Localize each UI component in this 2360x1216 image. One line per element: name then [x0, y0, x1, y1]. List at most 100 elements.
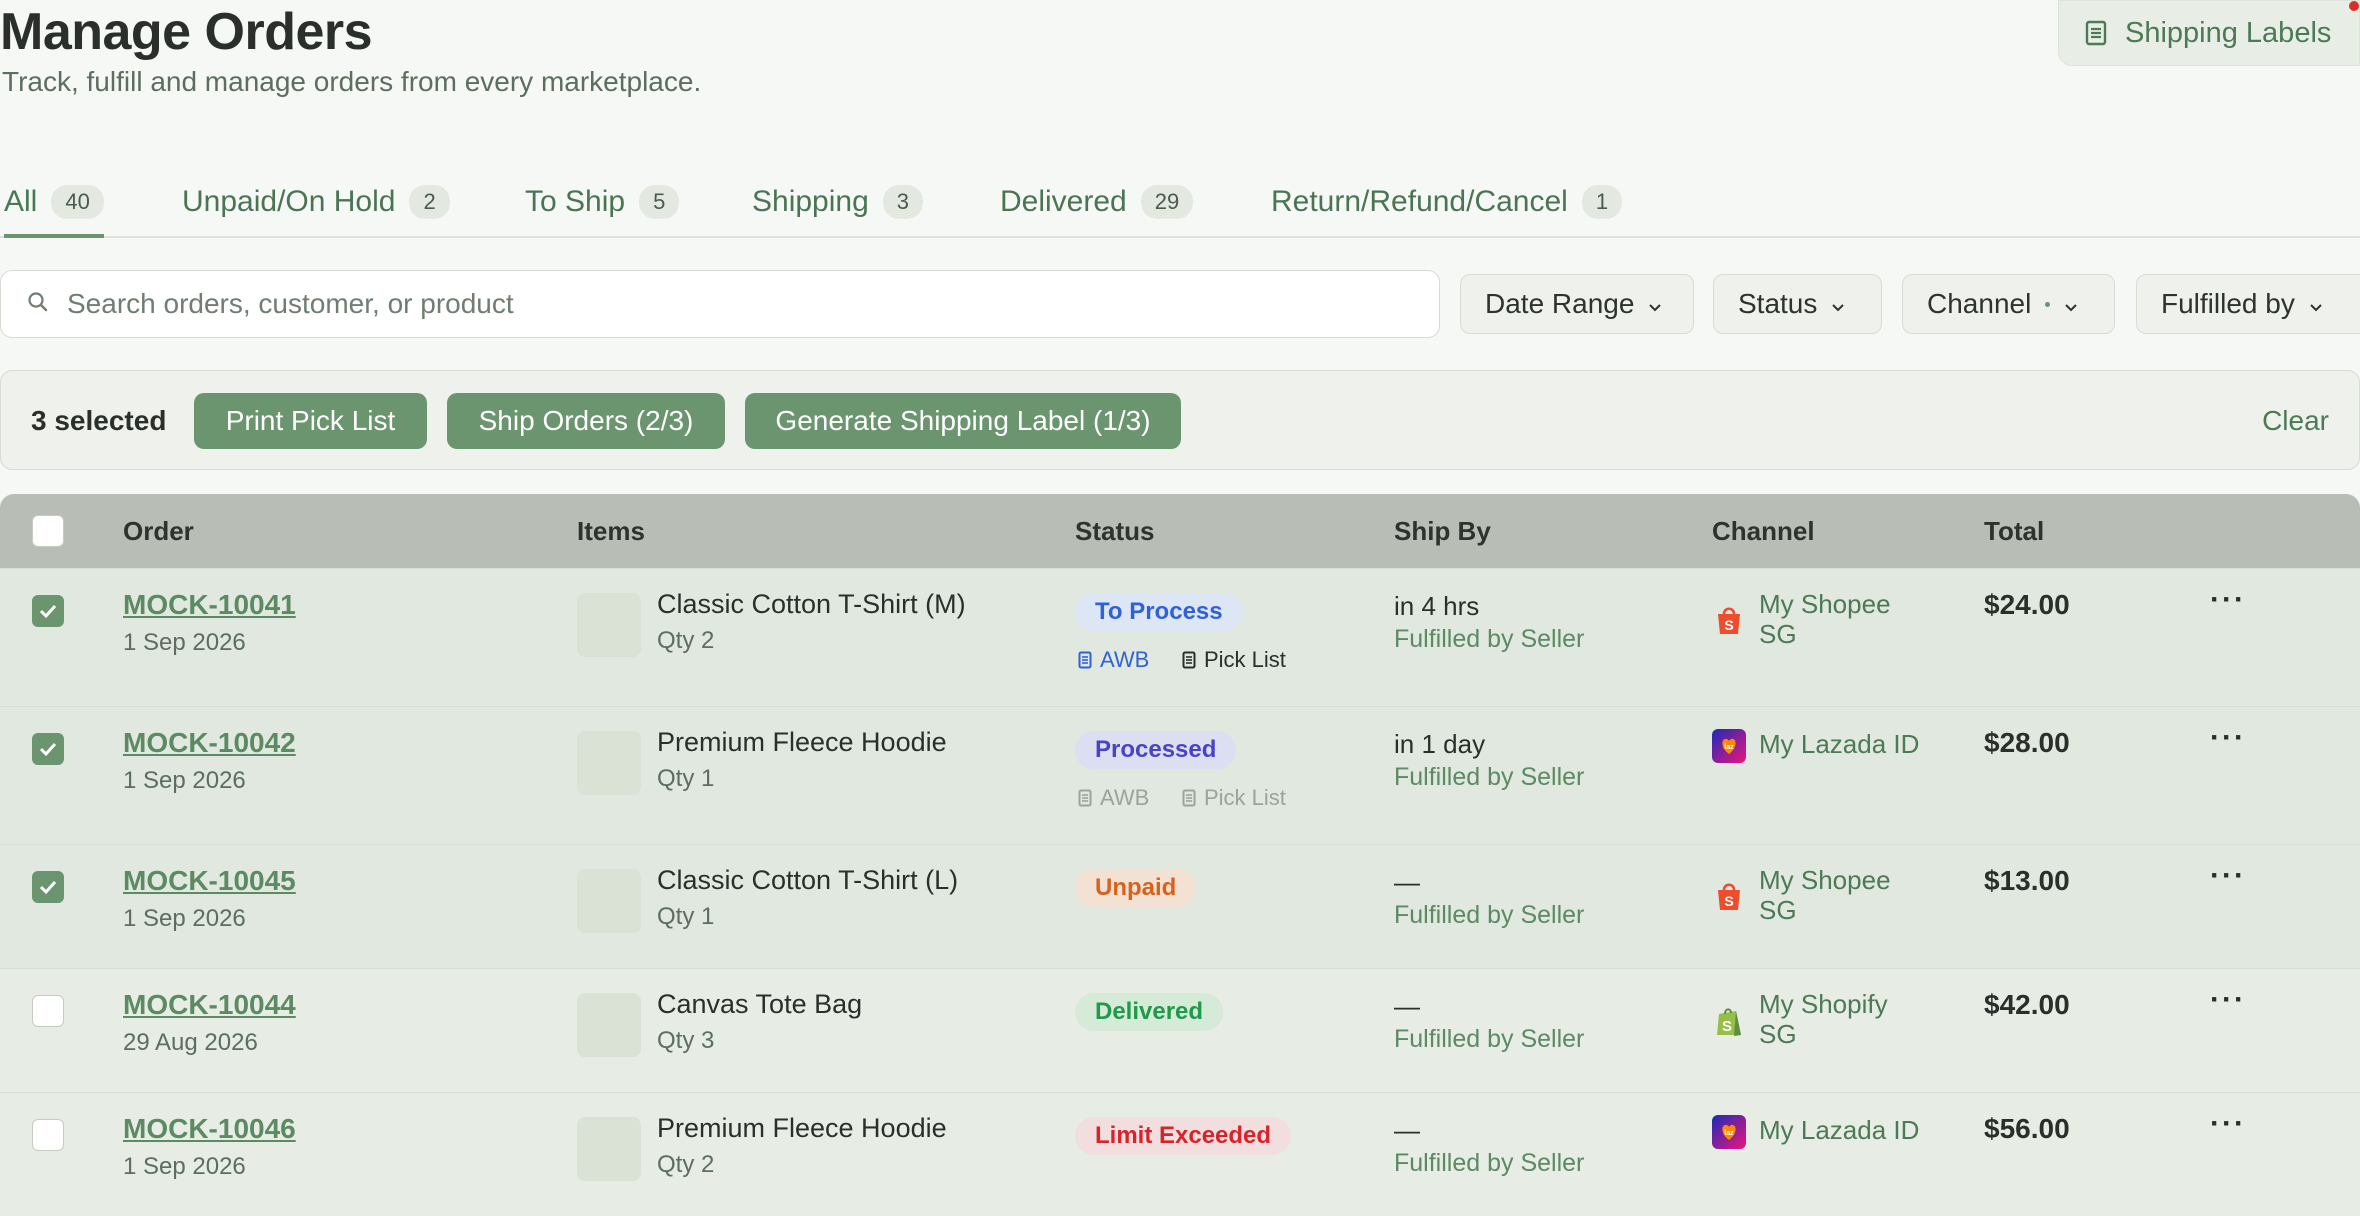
tab-count: 1 — [1581, 185, 1623, 219]
more-actions-button[interactable]: ··· — [2210, 583, 2246, 617]
column-header-status: Status — [1075, 516, 1155, 546]
pick-list-link[interactable]: Pick List — [1182, 647, 1286, 673]
order-date: 1 Sep 2026 — [123, 1153, 246, 1180]
order-id-link[interactable]: MOCK-10041 — [123, 589, 296, 621]
ship-by-time: in 1 day — [1394, 729, 1486, 759]
row-checkbox[interactable] — [32, 995, 64, 1027]
tab-label: Shipping — [752, 185, 869, 218]
column-header-items: Items — [577, 516, 645, 546]
tab-shipping[interactable]: Shipping 3 — [752, 168, 924, 236]
filter-label: Fulfilled by — [2161, 288, 2295, 319]
tab-to-ship[interactable]: To Ship 5 — [525, 168, 680, 236]
more-actions-button[interactable]: ··· — [2210, 859, 2246, 893]
print-pick-list-button[interactable]: Print Pick List — [194, 393, 427, 449]
tab-label: Return/Refund/Cancel — [1271, 185, 1568, 218]
item-name: Canvas Tote Bag — [657, 989, 863, 1019]
status-badge: Unpaid — [1075, 869, 1197, 907]
status-badge: Processed — [1075, 731, 1237, 769]
generate-shipping-label-button[interactable]: Generate Shipping Label (1/3) — [745, 393, 1181, 449]
status-badge: To Process — [1075, 593, 1243, 631]
table-row[interactable]: MOCK-10044 29 Aug 2026 Canvas Tote Bag Q… — [0, 968, 2360, 1092]
date-range-filter[interactable]: Date Range — [1460, 274, 1694, 334]
tab-label: To Ship — [525, 185, 626, 218]
item-name: Premium Fleece Hoodie — [657, 1113, 947, 1143]
status-filter[interactable]: Status — [1713, 274, 1882, 334]
svg-text:laz: laz — [1724, 1130, 1734, 1137]
awb-link[interactable]: AWB — [1078, 647, 1149, 673]
product-thumbnail — [577, 869, 641, 933]
svg-text:S: S — [1724, 617, 1733, 633]
product-thumbnail — [577, 593, 641, 657]
tab-return-refund-cancel[interactable]: Return/Refund/Cancel 1 — [1271, 168, 1623, 236]
item-qty: Qty 2 — [657, 1151, 715, 1178]
more-actions-button[interactable]: ··· — [2210, 1107, 2246, 1141]
more-actions-button[interactable]: ··· — [2210, 983, 2246, 1017]
product-thumbnail — [577, 731, 641, 795]
shopify-icon: S — [1712, 1005, 1746, 1039]
svg-text:S: S — [1724, 893, 1733, 909]
checkmark-icon — [39, 880, 57, 895]
ship-by-time: in 4 hrs — [1394, 591, 1480, 621]
column-header-order: Order — [123, 516, 194, 546]
tab-count: 29 — [1140, 185, 1194, 219]
search-input[interactable] — [67, 288, 1367, 320]
order-total: $56.00 — [1984, 1113, 2070, 1144]
more-actions-button[interactable]: ··· — [2210, 721, 2246, 755]
status-tabs: All 40 Unpaid/On Hold 2 To Ship 5 Shippi… — [0, 168, 2360, 238]
filter-label: Date Range — [1485, 288, 1635, 319]
clear-selection-link[interactable]: Clear — [2262, 405, 2329, 437]
table-row[interactable]: MOCK-10041 1 Sep 2026 Classic Cotton T-S… — [0, 568, 2360, 706]
document-icon — [2085, 20, 2107, 46]
row-checkbox[interactable] — [32, 733, 64, 765]
fulfilled-by-filter[interactable]: Fulfilled by — [2136, 274, 2360, 334]
checkmark-icon — [39, 742, 57, 757]
filter-label: Channel — [1927, 288, 2032, 319]
lazada-icon: laz — [1712, 729, 1746, 763]
row-checkbox[interactable] — [32, 1119, 64, 1151]
item-qty: Qty 1 — [657, 765, 715, 792]
table-row[interactable]: MOCK-10046 1 Sep 2026 Premium Fleece Hoo… — [0, 1092, 2360, 1216]
order-id-link[interactable]: MOCK-10046 — [123, 1113, 296, 1145]
order-total: $28.00 — [1984, 727, 2070, 758]
order-total: $42.00 — [1984, 989, 2070, 1020]
order-date: 1 Sep 2026 — [123, 905, 246, 932]
page-subtitle: Track, fulfill and manage orders from ev… — [2, 66, 702, 97]
column-header-total: Total — [1984, 516, 2045, 546]
bulk-action-bar: 3 selected Print Pick List Ship Orders (… — [0, 370, 2360, 470]
channel-filter[interactable]: Channel — [1902, 274, 2115, 334]
select-all-checkbox[interactable] — [32, 515, 64, 547]
tab-count: 2 — [409, 185, 450, 219]
order-id-link[interactable]: MOCK-10045 — [123, 865, 296, 897]
table-row[interactable]: MOCK-10042 1 Sep 2026 Premium Fleece Hoo… — [0, 706, 2360, 844]
fulfilled-by: Fulfilled by Seller — [1394, 625, 1585, 653]
tab-delivered[interactable]: Delivered 29 — [1000, 168, 1194, 236]
shipping-labels-button[interactable]: Shipping Labels — [2058, 0, 2360, 66]
active-filter-dot — [2045, 301, 2051, 307]
awb-link-disabled: AWB — [1078, 785, 1149, 811]
tab-label: Unpaid/On Hold — [182, 185, 396, 218]
tab-label: All — [4, 185, 38, 218]
row-checkbox[interactable] — [32, 595, 64, 627]
column-header-channel: Channel — [1712, 516, 1815, 546]
ship-orders-button[interactable]: Ship Orders (2/3) — [447, 393, 725, 449]
order-id-link[interactable]: MOCK-10044 — [123, 989, 296, 1021]
awb-label: AWB — [1100, 647, 1150, 672]
order-id-link[interactable]: MOCK-10042 — [123, 727, 296, 759]
chevron-down-icon — [2309, 288, 2323, 320]
item-qty: Qty 2 — [657, 627, 715, 654]
orders-table: Order Items Status Ship By Channel Total… — [0, 494, 2360, 1216]
order-total: $24.00 — [1984, 589, 2070, 620]
document-icon — [1078, 789, 1092, 807]
lazada-icon: laz — [1712, 1115, 1746, 1149]
fulfilled-by: Fulfilled by Seller — [1394, 1149, 1585, 1177]
table-row[interactable]: MOCK-10045 1 Sep 2026 Classic Cotton T-S… — [0, 844, 2360, 968]
document-icon — [1182, 651, 1196, 669]
ship-by-time: — — [1394, 1115, 1420, 1145]
tab-all[interactable]: All 40 — [4, 168, 104, 238]
tab-count: 3 — [882, 185, 924, 219]
tab-unpaid-on-hold[interactable]: Unpaid/On Hold 2 — [182, 168, 450, 236]
row-checkbox[interactable] — [32, 871, 64, 903]
shopee-icon: S — [1712, 603, 1746, 637]
order-date: 29 Aug 2026 — [123, 1029, 258, 1056]
item-qty: Qty 1 — [657, 903, 715, 930]
